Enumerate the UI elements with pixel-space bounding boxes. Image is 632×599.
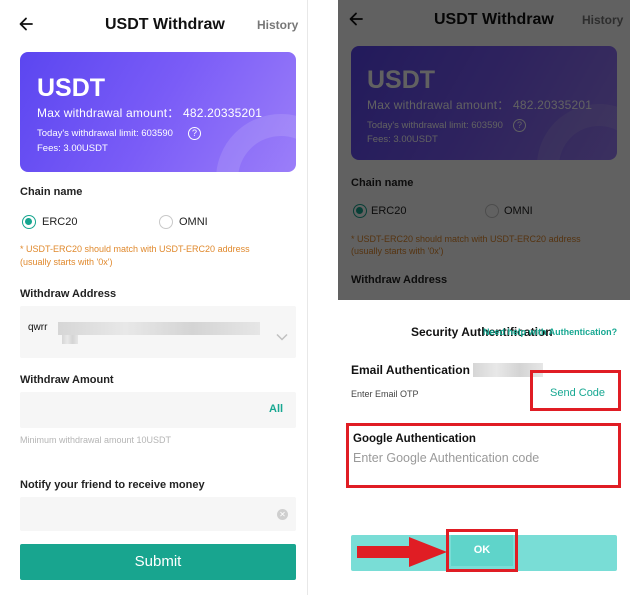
balance-card: USDT Max withdrawal amount： 482.20335201… <box>20 52 296 172</box>
clear-circle-icon[interactable]: ✕ <box>277 509 288 520</box>
radio-erc20[interactable] <box>22 215 36 229</box>
chain-warning-line1: * USDT-ERC20 should match with USDT-ERC2… <box>20 244 250 254</box>
notify-friend-label: Notify your friend to receive money <box>20 479 205 491</box>
email-auth-label: Email Authentication <box>351 363 470 377</box>
card-decoration <box>216 114 296 172</box>
help-auth-link[interactable]: Need help with Authentication? <box>483 327 617 337</box>
max-withdrawal-amount: Max withdrawal amount： 482.20335201 <box>37 106 263 120</box>
radio-erc20-label[interactable]: ERC20 <box>42 216 77 228</box>
ok-button[interactable]: OK <box>451 535 513 566</box>
security-auth-screen: USDT Withdraw History USDT Max withdrawa… <box>338 0 630 595</box>
all-button[interactable]: All <box>269 403 283 415</box>
fees-text: Fees: 3.00USDT <box>37 143 108 154</box>
email-otp-input[interactable]: Enter Email OTP <box>351 389 419 399</box>
red-arrow-icon <box>357 537 447 567</box>
amount-field[interactable]: All <box>20 392 296 428</box>
page-title: USDT Withdraw <box>105 16 225 33</box>
coin-name: USDT <box>37 74 106 102</box>
modal-backdrop[interactable] <box>338 0 630 300</box>
address-field[interactable]: qwrr <box>20 306 296 358</box>
chevron-down-icon[interactable] <box>276 328 288 341</box>
chain-warning-line2: (usually starts with '0x') <box>20 257 113 267</box>
chain-name-label: Chain name <box>20 186 83 198</box>
withdraw-amount-label: Withdraw Amount <box>20 374 114 386</box>
send-code-button[interactable]: Send Code <box>550 387 605 399</box>
address-redacted-tail <box>62 335 78 344</box>
notify-field[interactable]: ✕ <box>20 497 296 531</box>
radio-omni[interactable] <box>159 215 173 229</box>
history-link[interactable]: History <box>257 18 298 32</box>
google-auth-label: Google Authentication <box>353 433 476 445</box>
withdraw-address-label: Withdraw Address <box>20 288 117 300</box>
minimum-amount-hint: Minimum withdrawal amount 10USDT <box>20 435 172 445</box>
submit-button[interactable]: Submit <box>20 544 296 580</box>
daily-withdrawal-limit: Today's withdrawal limit: 603590 <box>37 128 173 139</box>
google-auth-input[interactable]: Enter Google Authentication code <box>353 451 539 465</box>
radio-omni-label[interactable]: OMNI <box>179 216 208 228</box>
arrow-left-icon[interactable] <box>19 17 33 31</box>
question-circle-icon[interactable]: ? <box>188 127 201 140</box>
address-redacted <box>58 322 260 335</box>
security-auth-sheet: Security Authentification Need help with… <box>338 300 630 595</box>
withdraw-screen: USDT Withdraw History USDT Max withdrawa… <box>6 0 308 595</box>
address-value: qwrr <box>28 322 48 333</box>
